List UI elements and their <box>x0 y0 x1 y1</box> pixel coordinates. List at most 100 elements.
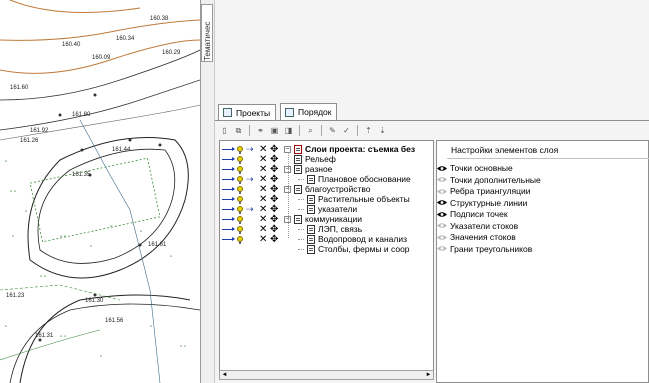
layer-arrow-icon[interactable] <box>222 227 235 231</box>
visibility-bulb-icon[interactable] <box>237 185 243 194</box>
tree-item[interactable]: Растительные объекты <box>298 194 410 204</box>
layer-element-setting[interactable]: Указатели стоков <box>437 220 518 232</box>
lock-x-icon[interactable]: ✕ <box>259 215 267 225</box>
eye-hidden-icon[interactable] <box>437 245 447 252</box>
tree-item[interactable]: − коммуникации <box>284 214 362 224</box>
move-cross-icon[interactable]: ✥ <box>270 165 278 175</box>
setting-label: Значения стоков <box>450 232 516 242</box>
toolbar-separator <box>321 125 322 136</box>
tree-root-label: Слои проекта: съемка без <box>305 144 416 154</box>
move-cross-icon[interactable]: ✥ <box>270 155 278 165</box>
zoom-icon[interactable]: ⌕ <box>305 125 316 136</box>
tree-item[interactable]: Водопровод и канализ <box>298 234 407 244</box>
select-icon[interactable]: ⇢ <box>246 205 256 214</box>
eye-hidden-icon[interactable] <box>437 176 447 183</box>
visibility-bulb-icon[interactable] <box>237 165 243 174</box>
layer-arrow-icon[interactable] <box>222 187 235 191</box>
layer-arrow-icon[interactable] <box>222 207 235 211</box>
layer-arrow-icon[interactable] <box>222 177 235 181</box>
move-cross-icon[interactable]: ✥ <box>270 235 278 245</box>
layer-element-setting[interactable]: Структурные линии <box>437 197 527 209</box>
move-down-icon[interactable]: ⇣ <box>377 125 388 136</box>
visibility-bulb-icon[interactable] <box>237 235 243 244</box>
move-cross-icon[interactable]: ✥ <box>270 195 278 205</box>
paste-icon[interactable]: ▣ <box>269 125 280 136</box>
tab-thematic[interactable]: Тематичес <box>201 4 213 62</box>
lock-x-icon[interactable]: ✕ <box>259 205 267 215</box>
lock-x-icon[interactable]: ✕ <box>259 235 267 245</box>
lock-x-icon[interactable]: ✕ <box>259 155 267 165</box>
map-point-label: 161.35 <box>72 172 91 178</box>
lock-x-icon[interactable]: ✕ <box>259 175 267 185</box>
setting-label: Указатели стоков <box>450 220 519 231</box>
move-up-icon[interactable]: ⇡ <box>363 125 374 136</box>
eye-open-icon[interactable] <box>437 211 447 218</box>
select-icon[interactable]: ⇢ <box>246 145 256 154</box>
draw-icon[interactable]: ✎ <box>327 125 338 136</box>
tree-item-label: благоустройство <box>305 184 371 194</box>
move-cross-icon[interactable]: ✥ <box>270 175 278 185</box>
tree-item[interactable]: Рельеф <box>284 154 336 164</box>
tree-item[interactable]: Столбы, фермы и соор <box>298 244 410 254</box>
select-icon[interactable]: ⇢ <box>246 175 256 184</box>
visibility-bulb-icon[interactable] <box>237 155 243 164</box>
lock-x-icon[interactable]: ✕ <box>259 165 267 175</box>
layer-element-setting[interactable]: Точки основные <box>437 162 513 174</box>
layer-element-setting[interactable]: Грани треугольников <box>437 243 532 255</box>
map-view[interactable]: " " " " " " " " " " " " " " " " " " " " 160.38 160… <box>0 0 200 383</box>
tree-connector <box>288 152 289 238</box>
eye-open-icon[interactable] <box>437 165 447 172</box>
layer-props-icon[interactable]: ◨ <box>283 125 294 136</box>
eye-hidden-icon[interactable] <box>437 234 447 241</box>
tree-horizontal-scrollbar[interactable]: ◄ ► <box>219 370 434 380</box>
lock-x-icon[interactable]: ✕ <box>259 185 267 195</box>
svg-text:" ": " " <box>10 191 16 197</box>
scroll-right-icon[interactable]: ► <box>424 371 433 379</box>
layer-arrow-icon[interactable] <box>222 167 235 171</box>
tree-item[interactable]: − разное <box>284 164 332 174</box>
visibility-bulb-icon[interactable] <box>237 145 243 154</box>
visibility-bulb-icon[interactable] <box>237 225 243 234</box>
tree-root[interactable]: − Слои проекта: съемка без <box>284 144 415 154</box>
map-point-label: 161.23 <box>6 293 25 299</box>
tree-item[interactable]: ЛЭП, связь <box>298 224 362 234</box>
tab-projects[interactable]: Проекты <box>218 104 277 121</box>
layer-element-setting[interactable]: Значения стоков <box>437 231 516 243</box>
layer-arrow-icon[interactable] <box>222 237 235 241</box>
layer-icon <box>307 224 315 234</box>
tab-order[interactable]: Порядок <box>280 103 338 121</box>
layer-arrow-icon[interactable] <box>222 147 235 151</box>
visibility-bulb-icon[interactable] <box>237 215 243 224</box>
lock-x-icon[interactable]: ✕ <box>259 195 267 205</box>
layer-arrow-icon[interactable] <box>222 217 235 221</box>
layer-element-setting[interactable]: Подписи точек <box>437 208 508 220</box>
check-icon[interactable]: ✓ <box>341 125 352 136</box>
link-icon[interactable]: ⚭ <box>255 125 266 136</box>
layer-element-setting[interactable]: Точки дополнительные <box>437 174 541 186</box>
move-cross-icon[interactable]: ✥ <box>270 215 278 225</box>
move-cross-icon[interactable]: ✥ <box>270 225 278 235</box>
lock-x-icon[interactable]: ✕ <box>259 225 267 235</box>
map-point-label: 160.38 <box>150 16 169 22</box>
move-cross-icon[interactable]: ✥ <box>270 205 278 215</box>
lock-x-icon[interactable]: ✕ <box>259 145 267 155</box>
visibility-bulb-icon[interactable] <box>237 175 243 184</box>
visibility-bulb-icon[interactable] <box>237 195 243 204</box>
tree-item[interactable]: Плановое обоснование <box>298 174 411 184</box>
layer-arrow-icon[interactable] <box>222 197 235 201</box>
copy-layer-icon[interactable]: ⧉ <box>233 125 244 136</box>
move-cross-icon[interactable]: ✥ <box>270 145 278 155</box>
eye-hidden-icon[interactable] <box>437 188 447 195</box>
eye-hidden-icon[interactable] <box>437 222 447 229</box>
setting-label: Ребра триангуляции <box>450 186 531 196</box>
new-layer-icon[interactable]: ▯ <box>219 125 230 136</box>
layer-icon <box>307 174 315 184</box>
eye-open-icon[interactable] <box>437 199 447 206</box>
layer-element-setting[interactable]: Ребра триангуляции <box>437 185 531 197</box>
tree-item[interactable]: указатели <box>298 204 357 214</box>
move-cross-icon[interactable]: ✥ <box>270 185 278 195</box>
layer-arrow-icon[interactable] <box>222 157 235 161</box>
scroll-left-icon[interactable]: ◄ <box>220 371 229 379</box>
tree-item[interactable]: − благоустройство <box>284 184 371 194</box>
visibility-bulb-icon[interactable] <box>237 205 243 214</box>
